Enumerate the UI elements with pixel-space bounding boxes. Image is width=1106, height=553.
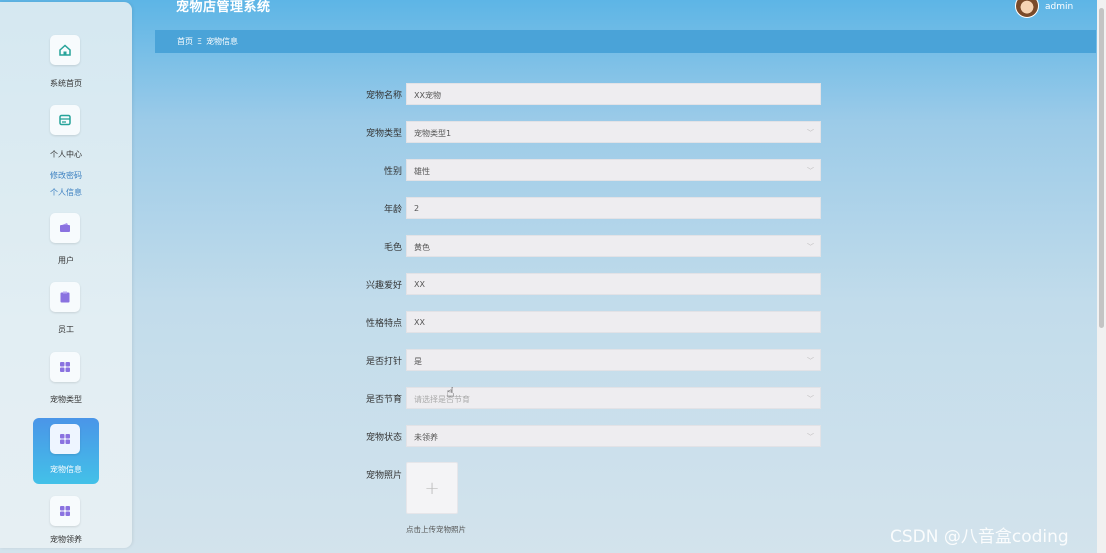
plus-icon: + — [424, 477, 440, 499]
pet-status-select[interactable]: 未领养 ﹀ — [406, 425, 821, 447]
form-row-pet-name: 宠物名称 XX宠物 — [340, 83, 821, 105]
breadcrumb-home[interactable]: 首页 — [177, 36, 193, 47]
form-row-fur-color: 毛色 黄色 ﹀ — [340, 235, 821, 257]
home-icon — [50, 35, 80, 65]
sidebar-subitem-personal-info[interactable]: 个人信息 — [0, 187, 132, 198]
field-label: 宠物名称 — [365, 91, 402, 101]
id-card-icon — [50, 105, 80, 135]
select-value: 黄色 — [414, 243, 430, 252]
grid-icon — [50, 352, 80, 382]
sidebar-item-home[interactable]: 系统首页 — [0, 35, 132, 95]
breadcrumb-current: 宠物信息 — [206, 37, 239, 46]
form-row-gender: 性别 雄性 ﹀ — [340, 159, 821, 181]
sidebar: 系统首页 个人中心 修改密码 个人信息 用户 员工 宠物类型 宠物信息 宠物领养 — [0, 2, 132, 548]
photo-label: 宠物照片 — [365, 471, 402, 481]
breadcrumb: 首页 Ξ 宠物信息 — [155, 30, 1096, 53]
breadcrumb-separator: Ξ — [197, 37, 203, 46]
form-row-personality: 性格特点 XX — [340, 311, 821, 333]
sidebar-item-pet-info[interactable]: 宠物信息 — [33, 418, 99, 484]
personality-input[interactable]: XX — [406, 311, 821, 333]
sidebar-item-pet-type[interactable]: 宠物类型 — [0, 352, 132, 412]
field-label: 宠物状态 — [365, 433, 402, 443]
form-row-pet-status: 宠物状态 未领养 ﹀ — [340, 425, 821, 447]
form-row-neutered: 是否节育 请选择是否节育 ﹀ — [340, 387, 821, 409]
clipboard-icon — [50, 282, 80, 312]
form-row-hobbies: 兴趣爱好 XX — [340, 273, 821, 295]
select-value: 未领养 — [414, 433, 438, 442]
fur-color-select[interactable]: 黄色 ﹀ — [406, 235, 821, 257]
hand-cursor-icon: ☝ — [446, 385, 455, 401]
form-row-pet-type: 宠物类型 宠物类型1 ﹀ — [340, 121, 821, 143]
sidebar-item-label: 宠物类型 — [50, 395, 82, 404]
watermark: CSDN @八音盒coding — [890, 527, 1069, 547]
sidebar-item-label: 系统首页 — [50, 79, 82, 88]
sidebar-item-users[interactable]: 用户 — [0, 213, 132, 273]
sidebar-item-label: 宠物领养 — [50, 535, 82, 544]
neutered-select[interactable]: 请选择是否节育 ﹀ — [406, 387, 821, 409]
select-value: 宠物类型1 — [414, 129, 452, 138]
sidebar-subitem-change-password[interactable]: 修改密码 — [0, 170, 132, 181]
field-label: 是否打针 — [365, 357, 402, 367]
avatar[interactable] — [1015, 0, 1039, 18]
select-value: 是 — [414, 357, 422, 366]
sidebar-item-pet-adoption[interactable]: 宠物领养 — [0, 496, 132, 546]
pet-name-input[interactable]: XX宠物 — [406, 83, 821, 105]
field-label: 兴趣爱好 — [365, 281, 402, 291]
photo-upload-hint: 点击上传宠物照片 — [406, 525, 466, 534]
grid-icon — [50, 424, 80, 454]
gender-select[interactable]: 雄性 ﹀ — [406, 159, 821, 181]
form-row-age: 年龄 2 — [340, 197, 821, 219]
age-input[interactable]: 2 — [406, 197, 821, 219]
chevron-down-icon: ﹀ — [807, 243, 814, 251]
chevron-down-icon: ﹀ — [807, 129, 814, 137]
sidebar-item-staff[interactable]: 员工 — [0, 282, 132, 342]
chevron-down-icon: ﹀ — [807, 395, 814, 403]
sidebar-item-label: 员工 — [58, 325, 74, 334]
field-label: 性别 — [383, 167, 402, 177]
chevron-down-icon: ﹀ — [807, 357, 814, 365]
photo-upload-button[interactable]: + — [406, 462, 458, 514]
wallet-icon — [50, 213, 80, 243]
app-title: 宠物店管理系统 — [176, 0, 271, 15]
username[interactable]: admin — [1045, 2, 1073, 12]
pet-type-select[interactable]: 宠物类型1 ﹀ — [406, 121, 821, 143]
chevron-down-icon: ﹀ — [807, 167, 814, 175]
sidebar-item-label: 用户 — [58, 256, 74, 265]
user-menu[interactable]: admin — [1015, 0, 1073, 18]
field-label: 毛色 — [383, 243, 402, 253]
select-placeholder: 请选择是否节育 — [414, 395, 470, 404]
field-label: 宠物类型 — [365, 129, 402, 139]
grid-icon — [50, 496, 80, 526]
chevron-down-icon: ﹀ — [807, 433, 814, 441]
sidebar-item-label: 个人中心 — [50, 150, 82, 159]
sidebar-item-profile-center[interactable]: 个人中心 — [0, 105, 132, 165]
sidebar-item-label: 宠物信息 — [50, 465, 82, 474]
field-label: 年龄 — [383, 205, 402, 215]
field-label: 性格特点 — [365, 319, 402, 329]
field-label: 是否节育 — [365, 395, 402, 405]
hobbies-input[interactable]: XX — [406, 273, 821, 295]
select-value: 雄性 — [414, 167, 430, 176]
top-header: 宠物店管理系统 admin — [0, 0, 1096, 22]
vaccinated-select[interactable]: 是 ﹀ — [406, 349, 821, 371]
scrollbar-thumb[interactable] — [1099, 8, 1104, 328]
form-row-vaccinated: 是否打针 是 ﹀ — [340, 349, 821, 371]
